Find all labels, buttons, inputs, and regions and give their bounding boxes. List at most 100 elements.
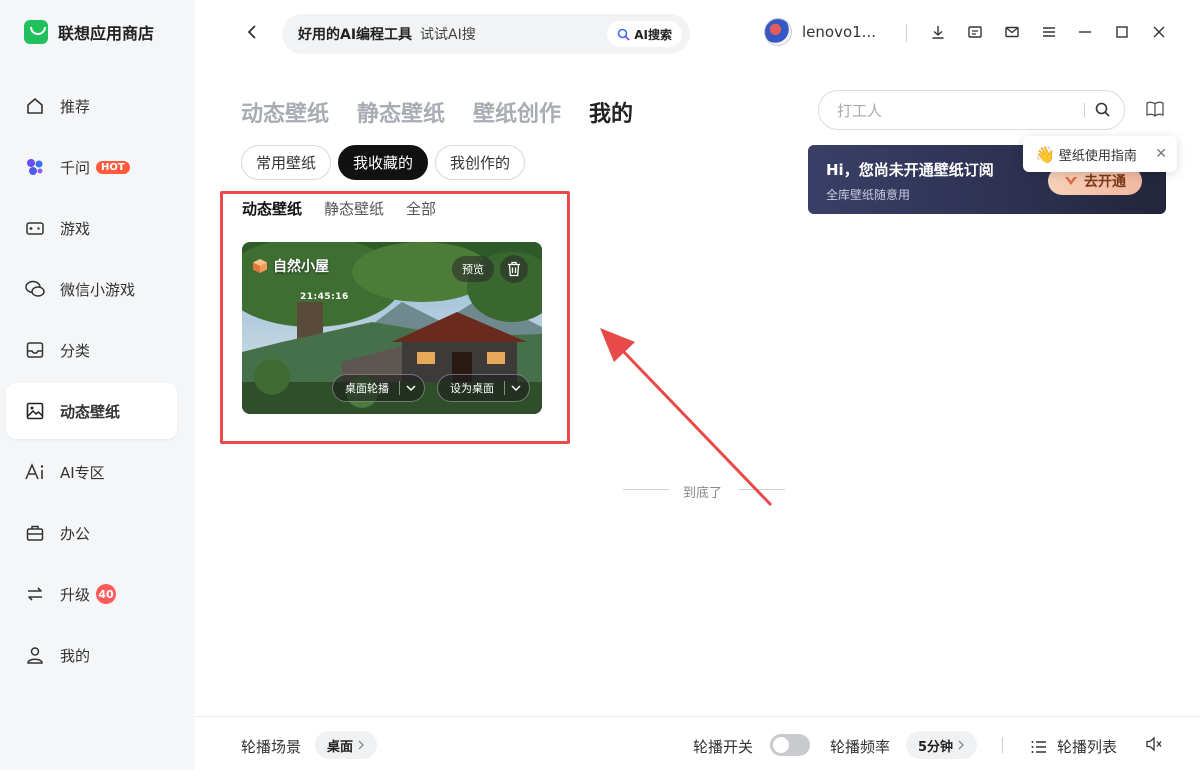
carousel-scene-value: 桌面 (327, 739, 354, 755)
sidebar-item-label: 推荐 (60, 97, 91, 116)
sidebar-item-label: 升级 (60, 585, 91, 604)
hamburger-menu-icon (1043, 27, 1055, 37)
download-button[interactable] (926, 20, 950, 44)
hot-badge: HOT (96, 160, 130, 174)
vip-chevron-icon (1065, 177, 1077, 185)
volume-mute-icon (1146, 736, 1162, 752)
subscribe-label: 去开通 (1084, 174, 1126, 190)
maximize-button[interactable] (1110, 20, 1134, 44)
notes-icon (968, 26, 982, 38)
list-icon (1031, 740, 1046, 753)
tab-live-wallpaper[interactable]: 动态壁纸 (241, 96, 329, 128)
minimize-button[interactable] (1073, 20, 1097, 44)
sidebar-item-wechat-games[interactable]: 微信小游戏 (6, 261, 177, 317)
maximize-icon (1116, 26, 1128, 38)
sidebar-item-mine[interactable]: 我的 (6, 627, 177, 683)
sidebar-item-label: 我的 (60, 646, 91, 665)
sidebar-item-label: 微信小游戏 (60, 280, 136, 299)
sidebar-item-label: 办公 (60, 524, 91, 543)
sidebar-item-label: 分类 (60, 341, 91, 360)
sub-tabs: 常用壁纸 我收藏的 我创作的 (241, 145, 526, 180)
chevron-left-icon (247, 25, 256, 39)
search-icon (617, 28, 630, 41)
carousel-settings-bar: 轮播场景 桌面 轮播开关 轮播频率 5分钟 轮播列表 (195, 716, 1200, 770)
mail-icon (1005, 26, 1019, 38)
gamepad-icon (24, 217, 46, 239)
sidebar-item-office[interactable]: 办公 (6, 505, 177, 561)
sidebar-item-recommend[interactable]: 推荐 (6, 78, 177, 134)
search-suggestion: 好用的AI编程工具 (298, 27, 413, 43)
divider (1084, 103, 1085, 117)
carousel-scene-label: 轮播场景 (241, 738, 302, 756)
user-icon (24, 644, 46, 666)
wechat-icon (24, 278, 46, 300)
messages-button[interactable] (1000, 20, 1024, 44)
category-icon (24, 339, 46, 361)
user-account[interactable]: lenovo1... (764, 18, 876, 46)
search-placeholder: 打工人 (837, 101, 883, 120)
ai-search-label: AI搜索 (634, 27, 672, 42)
minimize-icon (1079, 31, 1091, 33)
close-icon (1153, 26, 1165, 38)
carousel-list-button[interactable]: 轮播列表 (1031, 736, 1117, 757)
carousel-frequency-select[interactable]: 5分钟 (906, 731, 978, 759)
sidebar-item-games[interactable]: 游戏 (6, 200, 177, 256)
sidebar-item-label: 动态壁纸 (60, 402, 121, 421)
carousel-list-label: 轮播列表 (1057, 738, 1118, 756)
app-logo-icon (24, 20, 48, 44)
search-icon[interactable] (1094, 101, 1112, 119)
notes-button[interactable] (963, 20, 987, 44)
app-name: 联想应用商店 (58, 24, 155, 43)
avatar (764, 18, 792, 46)
sidebar-item-live-wallpaper[interactable]: 动态壁纸 (6, 383, 177, 439)
tab-static-wallpaper[interactable]: 静态壁纸 (357, 96, 445, 128)
sync-icon (24, 583, 46, 605)
wallpaper-guide-tooltip[interactable]: 👋 壁纸使用指南 ✕ (1023, 136, 1177, 172)
brand: 联想应用商店 (24, 20, 154, 44)
carousel-scene-select[interactable]: 桌面 (315, 731, 378, 759)
back-button[interactable] (240, 20, 264, 44)
download-icon (932, 26, 944, 39)
sidebar-item-label: AI专区 (60, 463, 105, 482)
tooltip-text: 壁纸使用指南 (1058, 148, 1137, 164)
qianwen-icon (24, 156, 46, 178)
sidebar-item-label: 游戏 (60, 219, 91, 238)
carousel-switch-label: 轮播开关 (693, 738, 754, 756)
ai-search-button[interactable]: AI搜索 (607, 21, 682, 47)
divider (1002, 737, 1003, 753)
sidebar-item-upgrade[interactable]: 升级 40 (6, 566, 177, 622)
tab-frequent-wallpaper[interactable]: 常用壁纸 (241, 145, 332, 180)
carousel-frequency-value: 5分钟 (918, 739, 954, 755)
tab-my-creations[interactable]: 我创作的 (435, 145, 526, 180)
chevron-right-icon (958, 740, 964, 750)
sidebar-item-label: 千问 (60, 158, 91, 177)
update-count-badge: 40 (96, 584, 117, 604)
username: lenovo1... (802, 23, 876, 41)
close-window-button[interactable] (1147, 20, 1171, 44)
wave-hand-icon: 👋 (1035, 144, 1055, 164)
search-hint: 试试AI搜 (420, 27, 476, 43)
category-tabs: 动态壁纸 静态壁纸 壁纸创作 我的 (241, 96, 633, 128)
home-icon (24, 95, 46, 117)
divider (906, 24, 907, 42)
sidebar-item-ai-zone[interactable]: AI专区 (6, 444, 177, 500)
sidebar: 联想应用商店 推荐 千问 HOT 游戏 微信小游戏 分类 动态壁纸 AI专区 办… (0, 0, 195, 770)
tab-wallpaper-creation[interactable]: 壁纸创作 (473, 96, 561, 128)
annotation-arrow-icon (600, 328, 773, 507)
sidebar-item-category[interactable]: 分类 (6, 322, 177, 378)
menu-button[interactable] (1037, 20, 1061, 44)
tab-mine[interactable]: 我的 (589, 96, 633, 128)
carousel-toggle[interactable] (770, 734, 810, 756)
mute-button[interactable] (1145, 736, 1163, 756)
tab-my-favorites[interactable]: 我收藏的 (338, 145, 429, 180)
image-icon (24, 400, 46, 422)
global-search[interactable]: 好用的AI编程工具 试试AI搜 AI搜索 (282, 14, 690, 54)
book-icon[interactable] (1145, 100, 1165, 118)
ai-icon (24, 461, 46, 483)
chevron-right-icon (358, 740, 364, 750)
wallpaper-search-input[interactable]: 打工人 (818, 90, 1125, 130)
close-icon[interactable]: ✕ (1155, 146, 1167, 162)
annotation-highlight-box (220, 191, 570, 444)
sidebar-item-qianwen[interactable]: 千问 HOT (6, 139, 177, 195)
briefcase-icon (24, 522, 46, 544)
